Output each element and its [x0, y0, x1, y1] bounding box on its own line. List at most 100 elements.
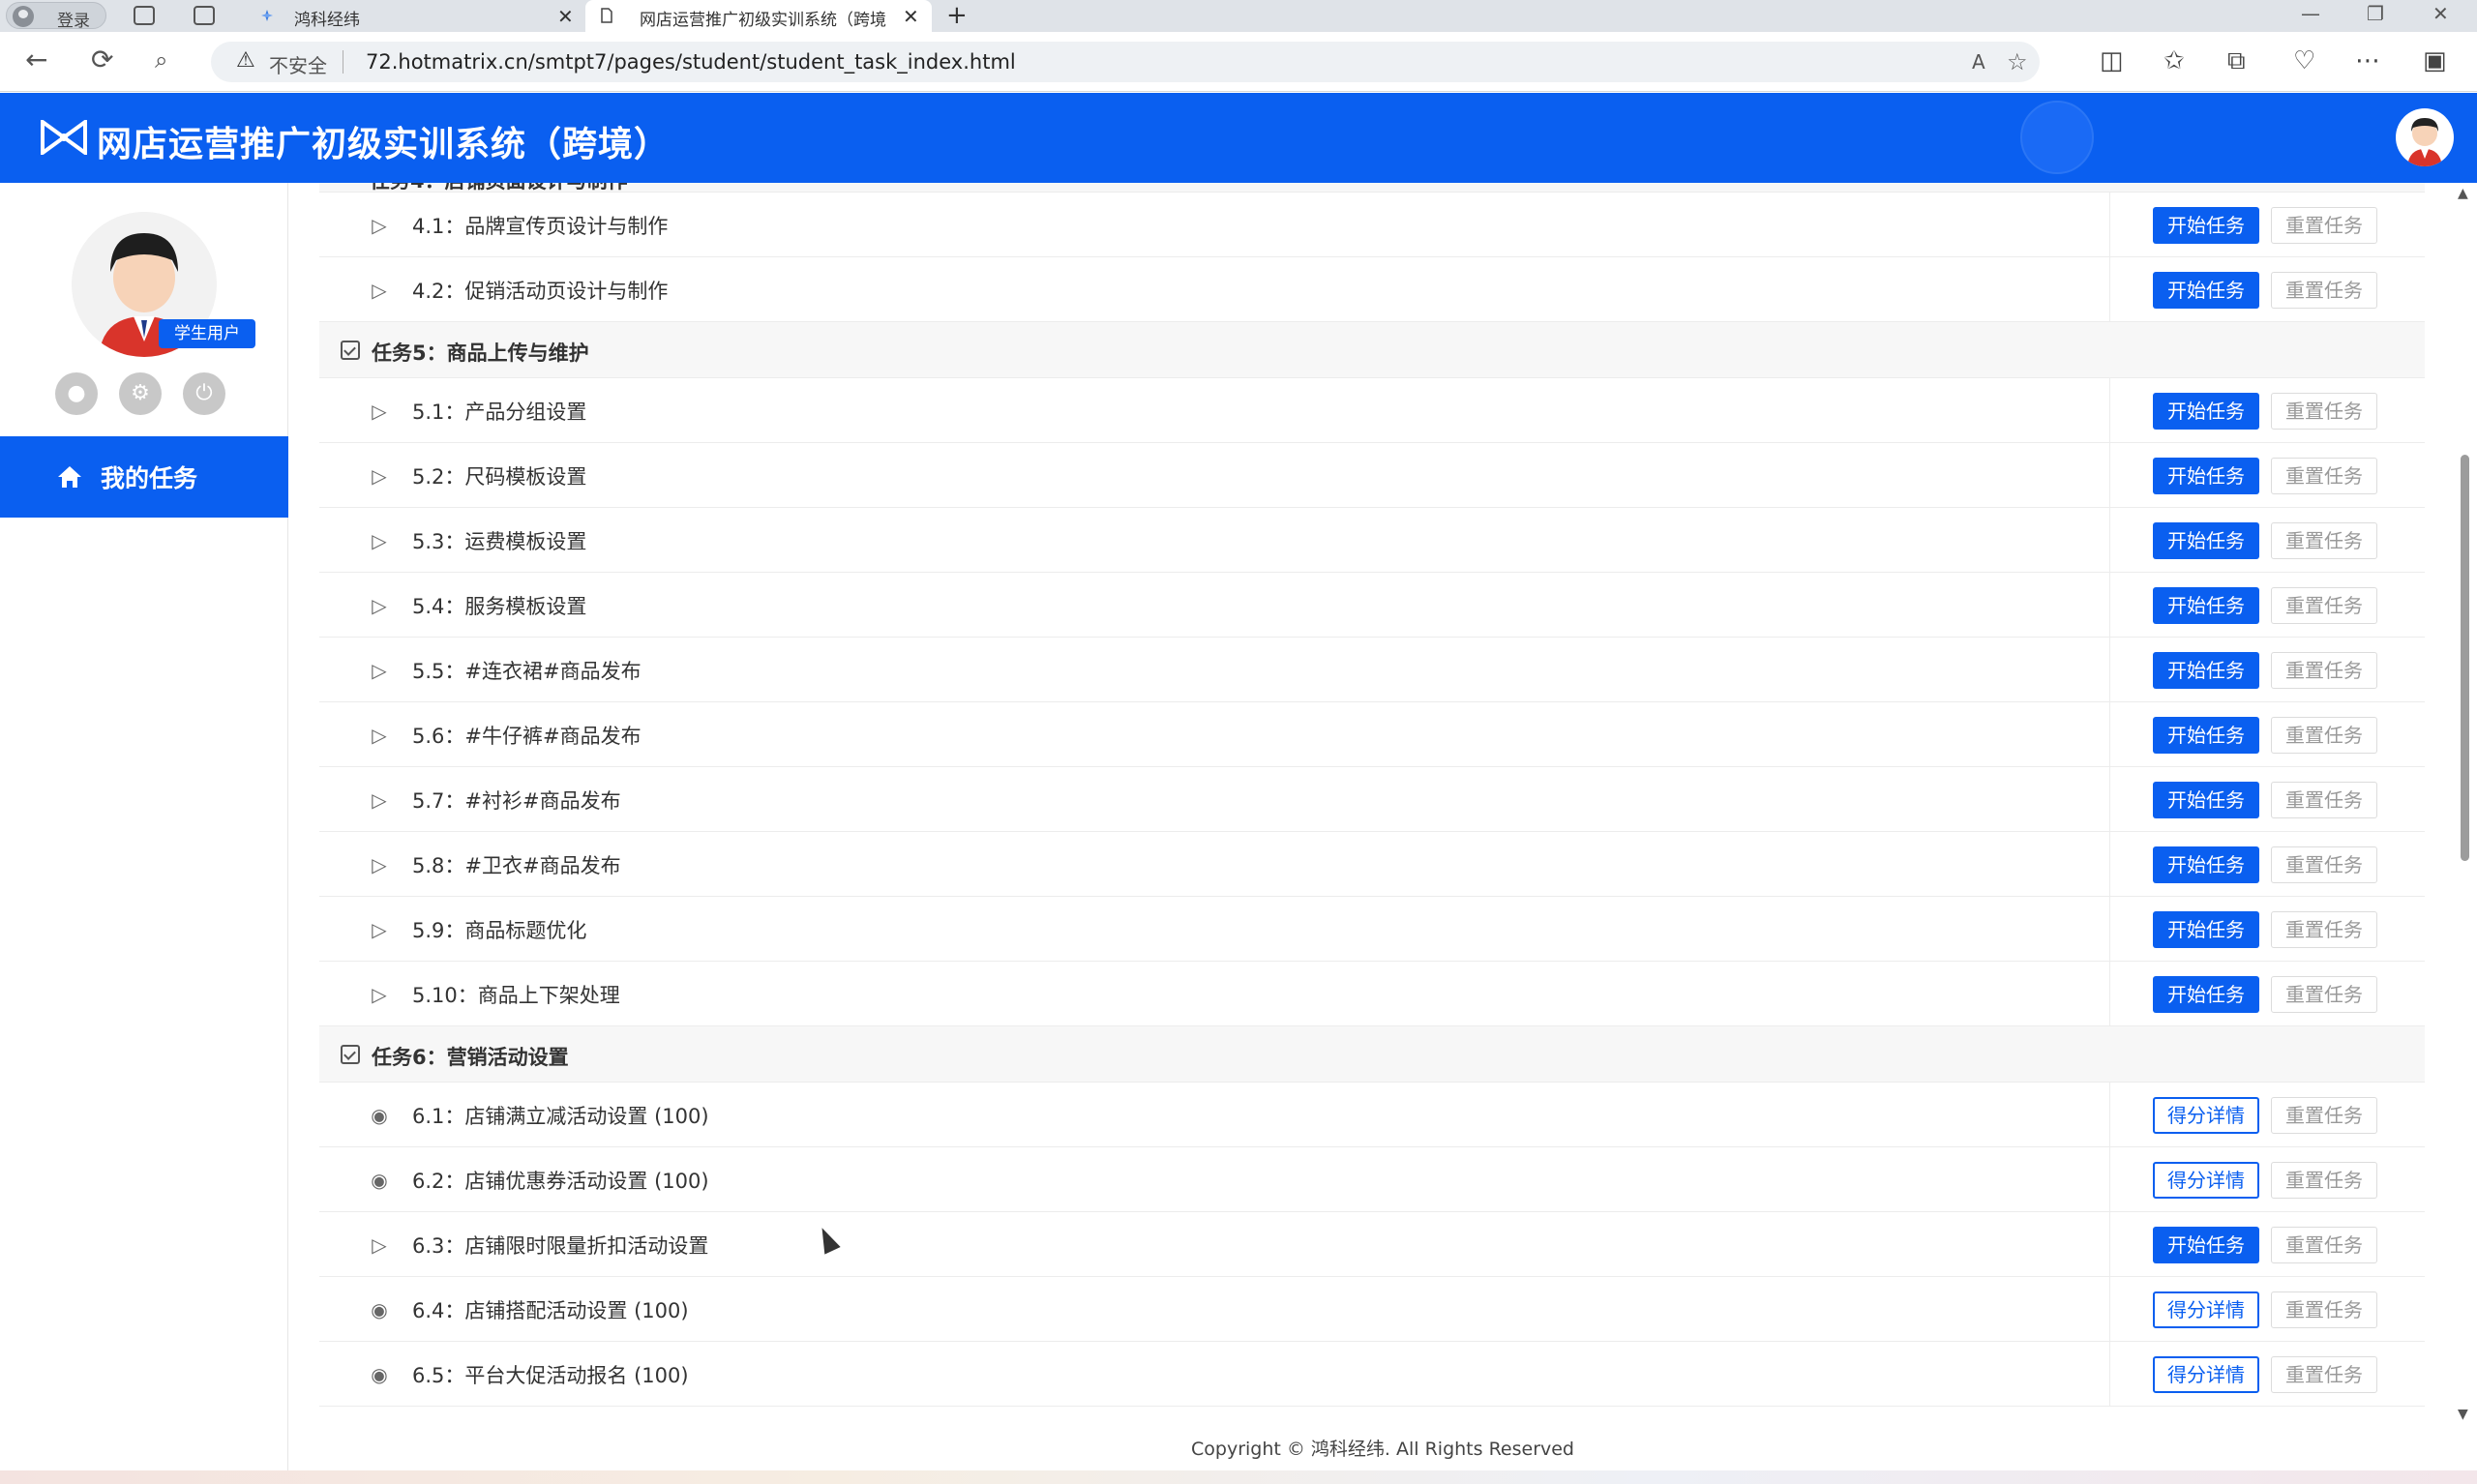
- more-menu-icon[interactable]: ⋯: [2355, 47, 2380, 74]
- reset-task-button[interactable]: 重置任务: [2271, 976, 2377, 1013]
- reset-task-button[interactable]: 重置任务: [2271, 1097, 2377, 1134]
- column-divider: [2109, 1083, 2110, 1147]
- reset-task-button[interactable]: 重置任务: [2271, 1356, 2377, 1393]
- reset-task-button[interactable]: 重置任务: [2271, 587, 2377, 624]
- settings-gear-icon[interactable]: ⚙: [119, 372, 162, 415]
- task-row: ▷ 5.7：#衬衫#商品发布 开始任务 重置任务: [319, 767, 2425, 832]
- sidebar-toggle-icon[interactable]: ▣: [2423, 47, 2447, 74]
- favorites-icon[interactable]: ✩: [2164, 47, 2185, 74]
- split-screen-icon[interactable]: ◫: [2100, 47, 2124, 74]
- task-title: 6.4：店铺搭配活动设置 (100): [412, 1299, 689, 1322]
- start-task-button[interactable]: 开始任务: [2153, 207, 2259, 244]
- column-divider: [2109, 767, 2110, 832]
- start-task-button[interactable]: 开始任务: [2153, 272, 2259, 309]
- read-aloud-icon[interactable]: A: [1972, 50, 1985, 74]
- start-task-button[interactable]: 开始任务: [2153, 846, 2259, 883]
- task-row: ▷ 5.10：商品上下架处理 开始任务 重置任务: [319, 962, 2425, 1026]
- column-divider: [2109, 832, 2110, 897]
- tab-title: 鸿科经纬: [294, 11, 360, 30]
- search-icon[interactable]: ⌕: [155, 45, 167, 74]
- collections-toolbar-icon[interactable]: ⧉: [2227, 47, 2246, 74]
- reset-task-button[interactable]: 重置任务: [2271, 393, 2377, 430]
- start-task-button[interactable]: 开始任务: [2153, 393, 2259, 430]
- reset-task-button[interactable]: 重置任务: [2271, 782, 2377, 818]
- reset-task-button[interactable]: 重置任务: [2271, 272, 2377, 309]
- play-icon: ▷: [372, 788, 387, 812]
- back-icon[interactable]: ←: [25, 45, 47, 74]
- reset-task-button[interactable]: 重置任务: [2271, 846, 2377, 883]
- task-row: ▷ 4.1：品牌宣传页设计与制作 开始任务 重置任务: [319, 193, 2425, 257]
- column-divider: [2109, 443, 2110, 508]
- reset-task-button[interactable]: 重置任务: [2271, 911, 2377, 948]
- scroll-up-arrow-icon[interactable]: ▲: [2458, 186, 2468, 201]
- reset-task-button[interactable]: 重置任务: [2271, 522, 2377, 559]
- reset-task-button[interactable]: 重置任务: [2271, 1227, 2377, 1263]
- profile-icon[interactable]: ●: [55, 372, 98, 415]
- column-divider: [2109, 702, 2110, 767]
- task-title: 5.1：产品分组设置: [412, 401, 587, 424]
- start-task-button[interactable]: 开始任务: [2153, 652, 2259, 689]
- collections-icon[interactable]: [134, 6, 155, 25]
- restore-icon[interactable]: ❐: [2367, 2, 2384, 25]
- task-row: ◉ 6.4：店铺搭配活动设置 (100) 得分详情 重置任务: [319, 1277, 2425, 1342]
- start-task-button[interactable]: 开始任务: [2153, 587, 2259, 624]
- start-task-button[interactable]: 开始任务: [2153, 1227, 2259, 1263]
- start-task-button[interactable]: 开始任务: [2153, 458, 2259, 494]
- reset-task-button[interactable]: 重置任务: [2271, 1162, 2377, 1199]
- refresh-icon[interactable]: ⟳: [91, 45, 113, 74]
- score-detail-button[interactable]: 得分详情: [2153, 1162, 2259, 1199]
- tab-title: 网店运营推广初级实训系统（跨境: [640, 11, 886, 30]
- reset-task-button[interactable]: 重置任务: [2271, 652, 2377, 689]
- scroll-down-arrow-icon[interactable]: ▼: [2458, 1407, 2468, 1422]
- minimize-icon[interactable]: —: [2301, 2, 2320, 25]
- app-header: 网店运营推广初级实训系统（跨境）: [0, 93, 2477, 183]
- column-divider: [2109, 638, 2110, 702]
- reset-task-button[interactable]: 重置任务: [2271, 458, 2377, 494]
- warning-icon: ⚠: [236, 48, 255, 73]
- column-divider: [2109, 962, 2110, 1026]
- close-tab-icon[interactable]: ✕: [557, 5, 574, 28]
- start-task-button[interactable]: 开始任务: [2153, 717, 2259, 754]
- task-row: ▷ 5.4：服务模板设置 开始任务 重置任务: [319, 573, 2425, 638]
- home-icon: [58, 466, 81, 488]
- start-task-button[interactable]: 开始任务: [2153, 782, 2259, 818]
- favorite-star-icon[interactable]: ☆: [2007, 48, 2028, 75]
- browser-essentials-icon[interactable]: ♡: [2293, 47, 2315, 74]
- close-tab-icon[interactable]: ✕: [903, 5, 919, 28]
- reset-task-button[interactable]: 重置任务: [2271, 207, 2377, 244]
- task-check-icon: [341, 1045, 360, 1064]
- score-detail-button[interactable]: 得分详情: [2153, 1356, 2259, 1393]
- score-detail-button[interactable]: 得分详情: [2153, 1097, 2259, 1134]
- browser-profile-button[interactable]: 登录: [6, 2, 106, 31]
- task-title: 6.1：店铺满立减活动设置 (100): [412, 1105, 709, 1128]
- new-tab-button[interactable]: +: [946, 1, 968, 30]
- play-icon: ▷: [372, 983, 387, 1006]
- header-user-avatar[interactable]: [2396, 108, 2454, 166]
- play-icon: ▷: [372, 724, 387, 747]
- sidebar: 学生用户 ● ⚙ ⏻ 我的任务: [0, 183, 288, 1470]
- group-header-task4: 任务4：店铺页面设计与制作: [319, 183, 2425, 193]
- task-title: 5.4：服务模板设置: [412, 595, 587, 618]
- reset-task-button[interactable]: 重置任务: [2271, 717, 2377, 754]
- url-field[interactable]: ⚠ 不安全 72.hotmatrix.cn/smtpt7/pages/stude…: [211, 42, 2040, 82]
- start-task-button[interactable]: 开始任务: [2153, 911, 2259, 948]
- task-row: ◉ 6.5：平台大促活动报名 (100) 得分详情 重置任务: [319, 1342, 2425, 1407]
- tab-honke[interactable]: 鸿科经纬 ✕: [246, 0, 582, 32]
- tab-actions-icon[interactable]: [194, 6, 215, 25]
- reset-task-button[interactable]: 重置任务: [2271, 1291, 2377, 1328]
- column-divider: [2109, 257, 2110, 322]
- tab-training-system[interactable]: 网店运营推广初级实训系统（跨境 ✕: [585, 0, 932, 32]
- task-title: 5.2：尺码模板设置: [412, 465, 587, 489]
- close-window-icon[interactable]: ✕: [2432, 2, 2449, 25]
- task-title: 5.5：#连衣裙#商品发布: [412, 660, 642, 683]
- sidebar-item-my-tasks[interactable]: 我的任务: [0, 436, 288, 518]
- start-task-button[interactable]: 开始任务: [2153, 522, 2259, 559]
- footer-copyright: Copyright © 鸿科经纬. All Rights Reserved: [1191, 1439, 1574, 1460]
- task-row: ▷ 6.3：店铺限时限量折扣活动设置 开始任务 重置任务: [319, 1212, 2425, 1277]
- start-task-button[interactable]: 开始任务: [2153, 976, 2259, 1013]
- task-title: 6.5：平台大促活动报名 (100): [412, 1364, 689, 1387]
- power-icon[interactable]: ⏻: [183, 372, 225, 415]
- scrollbar-thumb[interactable]: [2461, 455, 2469, 861]
- score-detail-button[interactable]: 得分详情: [2153, 1291, 2259, 1328]
- task-row: ▷ 5.1：产品分组设置 开始任务 重置任务: [319, 378, 2425, 443]
